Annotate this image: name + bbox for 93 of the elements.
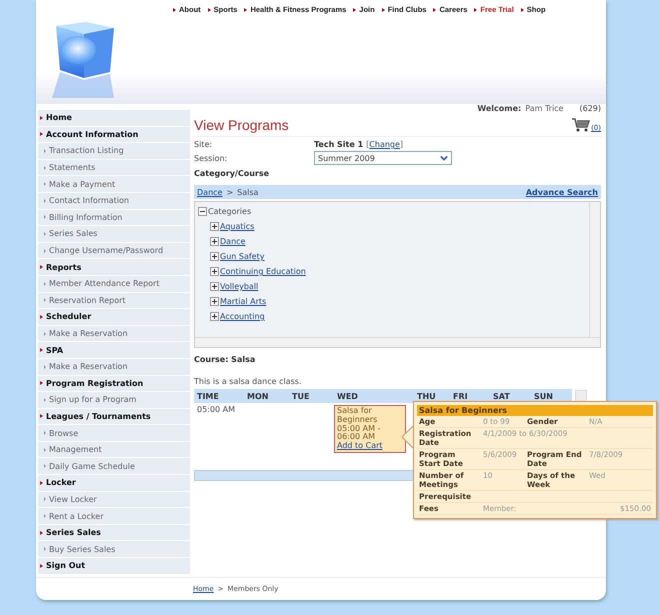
course-title: Course: Salsa	[194, 355, 256, 366]
sidebar-item[interactable]: Make a Payment	[38, 176, 190, 192]
welcome-label: Welcome:	[477, 104, 522, 112]
bullet-icon	[40, 265, 43, 270]
tree-item-link[interactable]: Accounting	[220, 312, 265, 321]
cart-icon[interactable]	[572, 118, 590, 132]
bullet-icon	[474, 8, 478, 12]
tree-item-link[interactable]: Volleyball	[220, 282, 258, 291]
collapse-icon[interactable]	[198, 207, 207, 216]
sidebar-item[interactable]: Make a Reservation	[38, 326, 190, 342]
bullet-icon	[40, 530, 43, 535]
sidebar-heading[interactable]: Scheduler	[38, 309, 190, 325]
bullet-icon	[433, 8, 436, 12]
expand-icon[interactable]	[210, 252, 219, 261]
course-description: This is a salsa dance class.	[194, 377, 302, 388]
sidebar-item[interactable]: Reservation Report	[38, 292, 190, 308]
sidebar-item[interactable]: Rent a Locker	[38, 508, 190, 524]
sidebar-heading[interactable]: Account Information	[38, 126, 190, 142]
expand-icon[interactable]	[210, 312, 219, 321]
sidebar-heading[interactable]: SPA	[38, 342, 190, 358]
column-header: TUE	[289, 389, 334, 403]
bullet-icon	[40, 348, 43, 352]
sidebar-item[interactable]: Transaction Listing	[38, 143, 190, 159]
tooltip-title: Salsa for Beginners	[417, 405, 653, 416]
bullet-icon	[208, 8, 211, 12]
expand-icon[interactable]	[210, 297, 219, 306]
sidebar-heading[interactable]: Leagues / Tournaments	[38, 408, 190, 424]
time-cell: 05:00 AM	[197, 405, 235, 414]
points-count: (629)	[579, 104, 601, 112]
sidebar-item[interactable]: Change Username/Password	[38, 242, 190, 258]
event-block[interactable]: Salsa for Beginners 05:00 AM - 06:00 AM Add to Cart	[334, 405, 406, 453]
tree-item-link[interactable]: Dance	[220, 237, 246, 246]
horizontal-scrollbar[interactable]	[195, 337, 600, 347]
bullet-icon	[40, 314, 43, 319]
field-label: Session:	[194, 154, 228, 162]
sidebar-heading[interactable]: Program Registration	[38, 376, 190, 392]
bullet-icon	[40, 480, 43, 485]
sidebar-heading[interactable]: Locker	[38, 475, 190, 491]
bullet-icon	[40, 564, 43, 568]
tree-item-link[interactable]: Continuing Education	[220, 267, 306, 276]
tree-item-link[interactable]: Martial Arts	[220, 297, 266, 306]
expand-icon[interactable]	[210, 237, 219, 246]
advance-search-link[interactable]: Advance Search	[526, 188, 598, 196]
breadcrumb-current: Salsa	[237, 188, 258, 196]
column-header: TIME	[194, 389, 244, 403]
sidebar-item[interactable]: Contact Information	[38, 192, 190, 209]
event-time: 05:00 AM - 06:00 AM	[337, 424, 382, 442]
user-name: Pam Trice	[525, 104, 564, 112]
tree-item-link[interactable]: Gun Safety	[220, 252, 264, 261]
add-to-cart-link[interactable]: Add to Cart	[337, 442, 403, 451]
bullet-icon	[244, 8, 248, 12]
section-heading: Category/Course	[194, 169, 270, 180]
tree-root-label: Categories	[208, 207, 252, 216]
breadcrumb-link[interactable]: Dance	[197, 188, 222, 196]
bullet-icon	[40, 116, 43, 120]
sidebar-item[interactable]: Make a Reservation	[38, 358, 190, 374]
sidebar-item[interactable]: View Locker	[38, 492, 190, 508]
bracket: ]	[400, 140, 404, 149]
sidebar-item[interactable]: Member Attendance Report	[38, 276, 190, 292]
bullet-icon	[40, 414, 43, 418]
expand-icon[interactable]	[210, 222, 219, 231]
sidebar-item[interactable]: Daily Game Schedule	[38, 458, 190, 474]
bullet-icon	[382, 8, 385, 12]
sidebar-item[interactable]: Billing Information	[38, 210, 190, 226]
bracket: [	[366, 140, 370, 149]
bullet-icon	[173, 8, 176, 12]
bullet-icon	[353, 8, 356, 12]
sidebar-heading[interactable]: Home	[38, 110, 190, 126]
sidebar-heading[interactable]: Series Sales	[38, 524, 190, 540]
bullet-icon	[520, 8, 524, 12]
bullet-icon	[40, 132, 43, 136]
column-header: MON	[244, 389, 289, 403]
column-header: WED	[334, 389, 414, 403]
field-label: Site:	[194, 140, 214, 149]
expand-icon[interactable]	[210, 282, 219, 291]
expand-icon[interactable]	[210, 267, 219, 276]
sidebar-item[interactable]: Statements	[38, 160, 190, 176]
sidebar-item[interactable]: Management	[38, 442, 190, 458]
sidebar-item[interactable]: Browse	[38, 425, 190, 441]
bullet-icon	[40, 381, 43, 386]
event-title: Salsa for Beginners	[337, 407, 378, 425]
page-title: View Programs	[194, 117, 289, 133]
sidebar-heading[interactable]: Sign Out	[38, 558, 190, 574]
breadcrumb-separator: >	[226, 188, 234, 196]
vertical-scrollbar[interactable]	[589, 202, 600, 337]
sidebar-heading[interactable]: Reports	[38, 259, 190, 275]
sidebar-item[interactable]: Series Sales	[38, 226, 190, 242]
tree-item-link[interactable]: Aquatics	[220, 222, 254, 231]
change-link[interactable]: Change	[369, 140, 400, 149]
session-dropdown[interactable]: Summer 2009	[314, 151, 452, 165]
sidebar-item[interactable]: Buy Series Sales	[38, 541, 190, 558]
sidebar-item[interactable]: Sign up for a Program	[38, 392, 190, 408]
site-name: Tech Site 1	[314, 140, 364, 149]
